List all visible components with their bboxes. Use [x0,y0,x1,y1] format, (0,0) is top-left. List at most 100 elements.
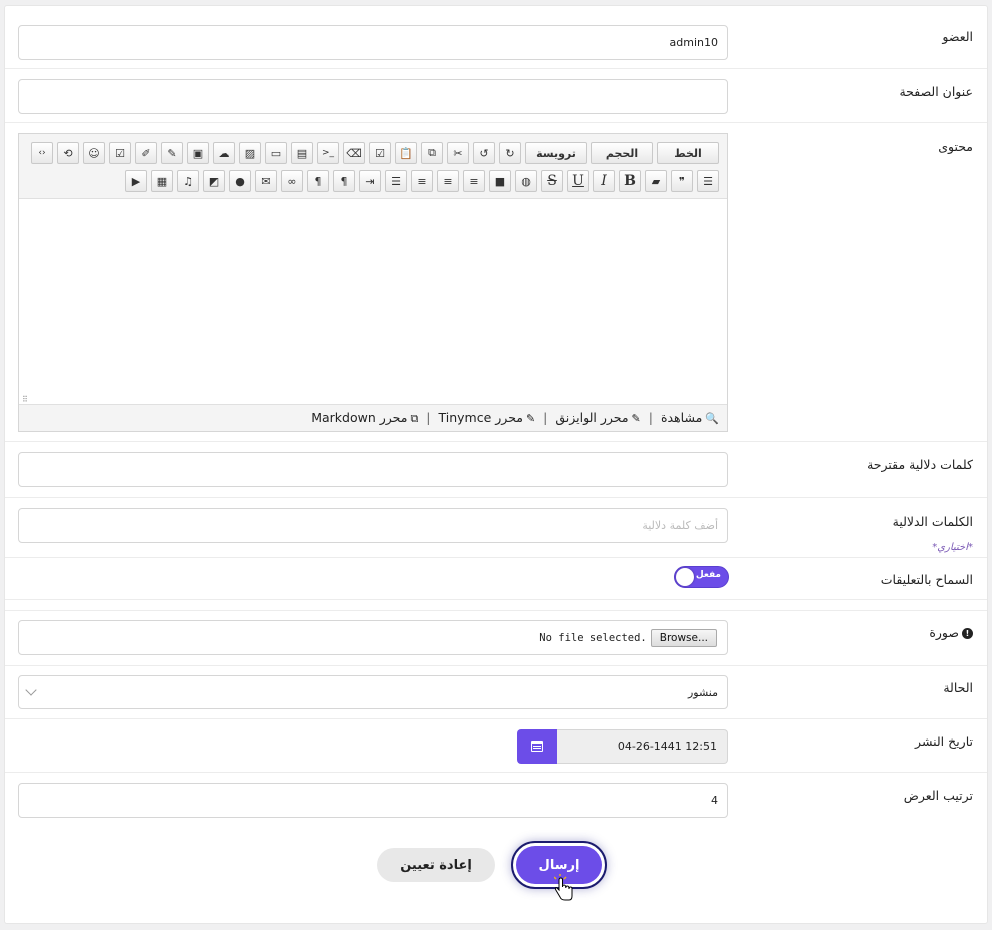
member-field[interactable]: admin10 [18,25,728,60]
display-order-label: ترتيب العرض [903,788,973,803]
reset-button[interactable]: إعادة تعيين [377,848,495,882]
underline-icon[interactable]: U [567,170,589,192]
document-icon[interactable]: ▤ [291,142,313,164]
chevron-down-icon [25,684,37,696]
page-title-field[interactable] [18,79,728,114]
status-row: الحالة منشور [5,666,987,719]
comments-toggle[interactable]: مفعل [674,566,729,588]
heading-dropdown[interactable]: ترويسة [525,142,587,164]
source-code-icon[interactable]: ‹› [31,142,53,164]
toggle-knob [676,568,694,586]
member-row: العضو admin10 [5,6,987,69]
picture-icon[interactable]: ◩ [203,170,225,192]
bold-icon[interactable]: B [619,170,641,192]
tags-input[interactable]: أضف كلمة دلالية [18,508,728,543]
publish-date-row: تاريخ النشر 12:51 04-26-1441 [5,719,987,773]
italic-icon[interactable]: I [593,170,615,192]
display-order-row: ترتيب العرض 4 [5,773,987,827]
music-icon[interactable]: ♫ [177,170,199,192]
editor-mode-bar: 🔍مشاهدة | ✎محرر الوايزنق | ✎محرر Tinymce… [19,404,727,431]
calendar-button[interactable] [517,729,557,764]
size-dropdown[interactable]: الحجم [591,142,653,164]
align-right-icon[interactable]: ≡ [463,170,485,192]
code-icon[interactable]: >_ [317,142,339,164]
list-icon[interactable]: ☰ [697,170,719,192]
page-title-label: عنوان الصفحة [899,84,973,99]
cut-icon[interactable]: ✂ [447,142,469,164]
strikethrough-icon[interactable]: S [541,170,563,192]
tags-row: الكلمات الدلالية *اختياري* أضف كلمة دلال… [5,498,987,558]
suggested-tags-field[interactable] [18,452,728,487]
browse-button[interactable]: Browse... [650,628,717,647]
rtl-icon[interactable]: ¶ [333,170,355,192]
comments-label: السماح بالتعليقات [880,572,973,587]
suggested-tags-label: كلمات دلالية مقترحة [867,457,973,472]
optional-hint: *اختياري* [932,542,973,553]
upload-icon[interactable]: ☁ [213,142,235,164]
preview-link[interactable]: مشاهدة [661,410,702,425]
eraser-icon[interactable]: ⌫ [343,142,365,164]
frame-icon[interactable]: ▭ [265,142,287,164]
ltr-icon[interactable]: ¶ [307,170,329,192]
indent-icon[interactable]: ⇥ [359,170,381,192]
form-panel: العضو admin10 عنوان الصفحة محتوى الخط ال… [4,5,988,924]
page-title-row: عنوان الصفحة [5,69,987,123]
edit-icon: ✎ [631,412,641,425]
palette-icon[interactable]: ◍ [515,170,537,192]
copy-icon: ⧉ [410,412,419,425]
editor-textarea[interactable]: ⠿ [19,199,727,406]
archive-icon[interactable]: ▣ [187,142,209,164]
markdown-link[interactable]: محرر Markdown [311,410,407,425]
image-label: !صورة [929,625,973,640]
paste-icon[interactable]: 📋 [395,142,417,164]
status-value: منشور [687,686,718,699]
checkbox-edit-icon[interactable]: ☑ [109,142,131,164]
quote-icon[interactable]: ❞ [671,170,693,192]
publish-date-picker: 12:51 04-26-1441 [517,729,728,764]
display-order-field[interactable]: 4 [18,783,728,818]
link-icon[interactable]: ∞ [281,170,303,192]
toggle-text: مفعل [695,570,721,580]
font-dropdown[interactable]: الخط [657,142,719,164]
content-row: محتوى الخط الحجم ترويسة ↻ ↺ ✂ ⧉ 📋 ☑ ⌫ >_… [5,123,987,442]
media-icon[interactable]: ▦ [151,170,173,192]
image-icon[interactable]: ▨ [239,142,261,164]
member-label: العضو [942,29,973,44]
folder-icon[interactable]: ▰ [645,170,667,192]
undo-icon[interactable]: ↺ [473,142,495,164]
suggested-tags-row: كلمات دلالية مقترحة [5,442,987,498]
edit-icon: ✎ [525,412,536,425]
content-label: محتوى [938,139,973,154]
calendar-icon [531,741,543,752]
file-status: No file selected. [539,631,647,644]
image-row: !صورة No file selected. Browse... [5,610,987,666]
smiley-icon[interactable]: ☺ [83,142,105,164]
justify-icon[interactable]: ☰ [385,170,407,192]
publish-date-label: تاريخ النشر [915,734,973,749]
square-icon[interactable]: ■ [489,170,511,192]
resize-handle-icon[interactable]: ⠿ [22,395,28,404]
search-icon: 🔍 [705,412,719,425]
status-label: الحالة [943,680,973,695]
hand-cursor-icon [554,874,573,901]
publish-date-field[interactable]: 12:51 04-26-1441 [557,729,728,764]
align-left-icon[interactable]: ≡ [411,170,433,192]
tinymce-link[interactable]: محرر Tinymce [438,410,522,425]
pencil-icon[interactable]: ✎ [161,142,183,164]
select-all-icon[interactable]: ☑ [369,142,391,164]
align-center-icon[interactable]: ≡ [437,170,459,192]
editor-toolbar: الخط الحجم ترويسة ↻ ↺ ✂ ⧉ 📋 ☑ ⌫ >_ ▤ ▭ ▨… [19,134,727,199]
history-icon[interactable]: ⟲ [57,142,79,164]
copy-icon[interactable]: ⧉ [421,142,443,164]
info-icon: ! [962,628,973,639]
wysiwyg-link[interactable]: محرر الوايزنق [555,410,628,425]
redo-icon[interactable]: ↻ [499,142,521,164]
comment-icon[interactable]: ● [229,170,251,192]
status-select[interactable]: منشور [18,675,728,709]
video-icon[interactable]: ▶ [125,170,147,192]
edit-icon[interactable]: ✐ [135,142,157,164]
tags-label: الكلمات الدلالية [892,514,973,529]
image-file-input[interactable]: No file selected. Browse... [18,620,728,655]
comments-row: السماح بالتعليقات مفعل [5,558,987,600]
email-icon[interactable]: ✉ [255,170,277,192]
